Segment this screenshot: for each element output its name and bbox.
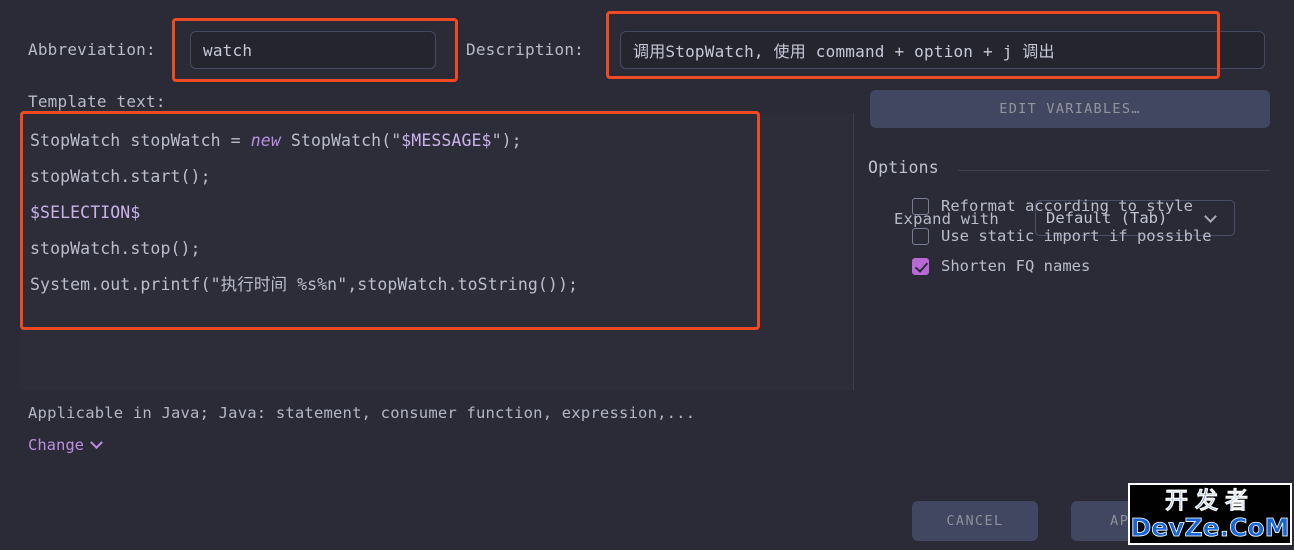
- code-token: StopWatch stopWatch =: [30, 131, 251, 150]
- checkbox-label: Shorten FQ names: [941, 257, 1091, 275]
- watermark-chinese-text: 开发者: [1165, 487, 1255, 514]
- code-line: System.out.printf("执行时间 %s%n",stopWatch.…: [30, 267, 578, 303]
- code-line: stopWatch.stop();: [30, 231, 578, 267]
- template-text-label: Template text:: [28, 92, 166, 111]
- options-divider: [958, 170, 1270, 171]
- description-input[interactable]: [620, 31, 1265, 69]
- edit-variables-button[interactable]: EDIT VARIABLES…: [870, 90, 1270, 128]
- change-label: Change: [28, 436, 84, 454]
- abbreviation-label: Abbreviation:: [28, 40, 156, 59]
- code-content: StopWatch stopWatch = new StopWatch("$ME…: [30, 123, 578, 303]
- watermark-overlay: 开发者 DevZe.CoM: [1128, 483, 1292, 545]
- abbreviation-input[interactable]: [190, 31, 436, 69]
- description-label: Description:: [466, 40, 584, 59]
- code-token: stopWatch.start();: [30, 167, 211, 186]
- watermark-site-text: DevZe.CoM: [1130, 512, 1290, 542]
- checkbox-icon[interactable]: [912, 257, 929, 275]
- code-token: new: [250, 131, 281, 150]
- checkbox-reformat-according-to-style[interactable]: Reformat according to style: [912, 197, 1193, 215]
- checkbox-label: Use static import if possible: [941, 227, 1212, 245]
- editor-scrollbar-track[interactable]: [834, 113, 854, 390]
- checkbox-use-static-import[interactable]: Use static import if possible: [912, 227, 1212, 245]
- cancel-button[interactable]: CANCEL: [912, 501, 1038, 541]
- checkbox-label: Reformat according to style: [941, 197, 1193, 215]
- code-token: $SELECTION$: [30, 203, 141, 222]
- options-section-title: Options: [868, 158, 939, 177]
- checkbox-icon[interactable]: [912, 197, 929, 215]
- applicable-context-text: Applicable in Java; Java: statement, con…: [28, 404, 696, 422]
- change-context-link[interactable]: Change: [28, 435, 103, 454]
- code-token: ");: [491, 131, 522, 150]
- code-token: $MESSAGE$: [401, 131, 492, 150]
- code-line: StopWatch stopWatch = new StopWatch("$ME…: [30, 123, 578, 159]
- code-token: System.out.printf("执行时间 %s%n",stopWatch.…: [30, 275, 579, 294]
- code-token: stopWatch.stop();: [30, 239, 201, 258]
- code-token: StopWatch(": [280, 131, 402, 150]
- code-line: $SELECTION$: [30, 195, 578, 231]
- checkbox-shorten-fq-names[interactable]: Shorten FQ names: [912, 257, 1090, 275]
- template-text-editor[interactable]: StopWatch stopWatch = new StopWatch("$ME…: [20, 113, 854, 390]
- form-header-row: Abbreviation: Description:: [0, 0, 1294, 90]
- code-line: stopWatch.start();: [30, 159, 578, 195]
- checkbox-icon[interactable]: [912, 227, 929, 245]
- chevron-down-icon: [90, 435, 103, 449]
